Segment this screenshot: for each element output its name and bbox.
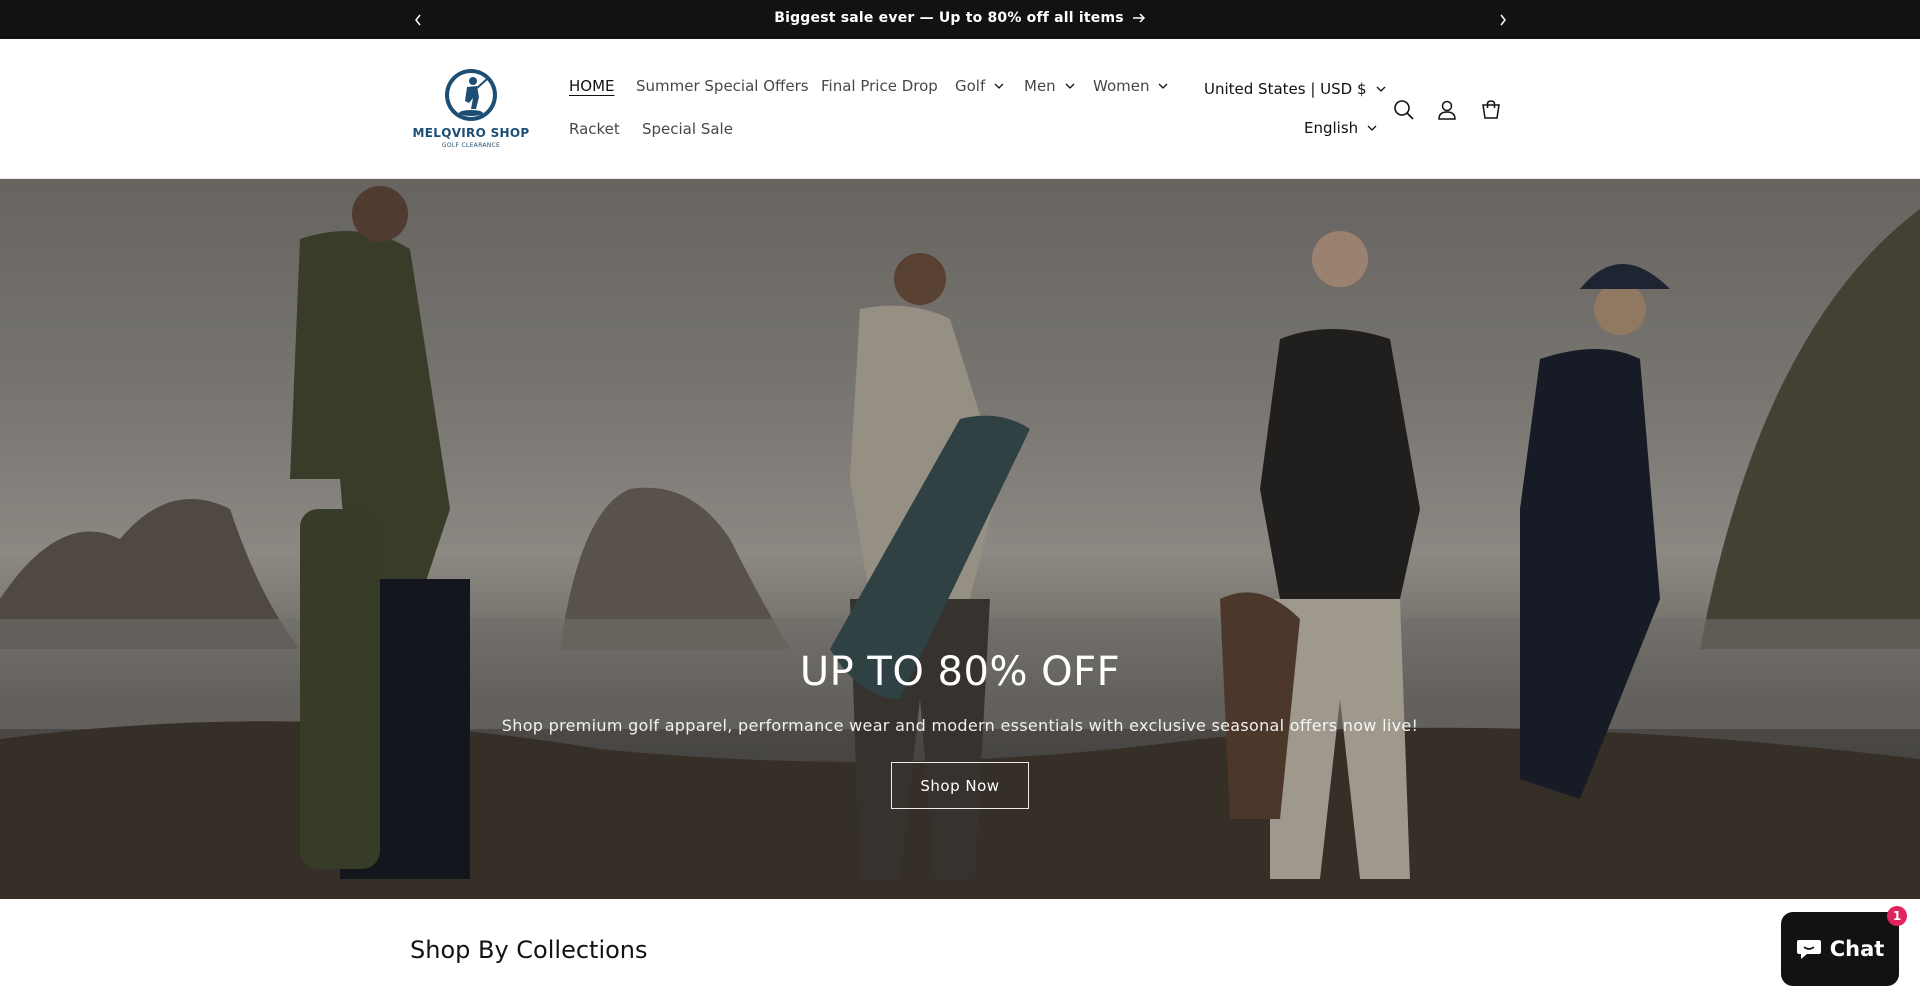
- collections-heading: Shop By Collections: [410, 936, 648, 964]
- announcement-text: Biggest sale ever — Up to 80% off all it…: [774, 10, 1124, 26]
- country-label: United States | USD $: [1204, 80, 1367, 98]
- chevron-down-icon: [1367, 125, 1377, 131]
- nav-label: Women: [1093, 77, 1150, 95]
- nav-women[interactable]: Women: [1093, 77, 1168, 95]
- nav-special-sale[interactable]: Special Sale: [642, 120, 733, 138]
- nav-label: Special Sale: [642, 120, 733, 138]
- arrow-right-icon: [1132, 13, 1146, 23]
- chevron-right-icon[interactable]: [1488, 0, 1518, 39]
- nav-label: Final Price Drop: [821, 77, 938, 95]
- nav-racket[interactable]: Racket: [569, 120, 620, 138]
- hero-banner: UP TO 80% OFF Shop premium golf apparel,…: [0, 179, 1920, 899]
- nav-label: Racket: [569, 120, 620, 138]
- nav-final-price-drop[interactable]: Final Price Drop: [821, 77, 938, 95]
- account-icon[interactable]: [1433, 96, 1461, 124]
- shop-now-button[interactable]: Shop Now: [891, 762, 1029, 809]
- chat-badge: 1: [1887, 906, 1907, 926]
- nav-men[interactable]: Men: [1024, 77, 1075, 95]
- chevron-down-icon: [1158, 83, 1168, 89]
- language-label: English: [1304, 119, 1359, 137]
- logo-brand: MELQVIRO SHOP: [412, 126, 530, 140]
- language-selector[interactable]: English: [1304, 119, 1377, 137]
- cart-icon[interactable]: [1477, 96, 1505, 124]
- search-icon[interactable]: [1390, 96, 1418, 124]
- nav-home[interactable]: HOME: [569, 77, 615, 95]
- chevron-down-icon: [1065, 83, 1075, 89]
- site-header: MELQVIRO SHOP GOLF CLEARANCE HOME Summer…: [0, 39, 1920, 179]
- announcement-link[interactable]: Biggest sale ever — Up to 80% off all it…: [0, 0, 1920, 36]
- chevron-down-icon: [994, 83, 1004, 89]
- chevron-down-icon: [1376, 86, 1386, 92]
- country-selector[interactable]: United States | USD $: [1204, 80, 1386, 98]
- nav-summer-special-offers[interactable]: Summer Special Offers: [636, 77, 809, 95]
- hero-subtitle: Shop premium golf apparel, performance w…: [501, 716, 1419, 735]
- nav-label: Summer Special Offers: [636, 77, 809, 95]
- logo[interactable]: MELQVIRO SHOP GOLF CLEARANCE: [410, 67, 532, 155]
- chat-label: Chat: [1829, 937, 1885, 961]
- hero-title: UP TO 80% OFF: [799, 649, 1121, 695]
- chat-bubble-icon: [1796, 937, 1822, 961]
- nav-label: HOME: [569, 77, 615, 95]
- nav-label: Men: [1024, 77, 1056, 95]
- logo-tagline: GOLF CLEARANCE: [441, 142, 501, 149]
- chat-button[interactable]: Chat 1: [1781, 906, 1907, 986]
- golfer-logo-icon: [445, 69, 497, 121]
- announcement-bar: Biggest sale ever — Up to 80% off all it…: [0, 0, 1920, 39]
- nav-label: Golf: [955, 77, 986, 95]
- nav-golf[interactable]: Golf: [955, 77, 1004, 95]
